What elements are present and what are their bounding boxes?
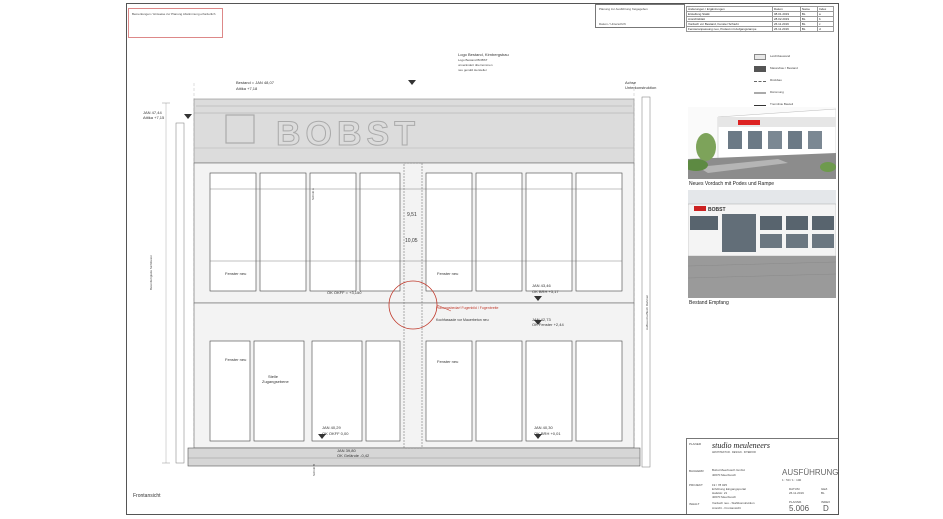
revision-date: 26.11.2019 [772,26,801,32]
jan-4030: JAN 40,30 [534,425,553,430]
plannr-value: 5.006 [789,504,810,513]
rendering-caption: Neues Vordach mit Podes und Rampe [689,181,775,187]
fenster-neu-label: Fenster neu [225,271,247,276]
front-elevation-drawing: BOBST [162,80,651,468]
rendering-image [688,107,836,179]
ground-base [187,447,641,467]
ok-brh-317: OK BRH +3,17 [532,289,559,294]
rendering-photo [688,107,836,179]
logo-note-title: Logo Bestand, Kirnbergsbau [458,52,509,57]
vertical-label-left: Betonfertigteile Sichtbeton [149,254,153,290]
front-view-title: Frontansicht [133,493,161,499]
studio-name: studio meuleneers [712,441,770,450]
bauherr-name: Bobst Meerbusch GmbH [712,468,745,472]
title-block: PLANER studio meuleneers ARCHITEKTUR · D… [686,438,838,514]
revision-desc: Fensteranpassung neu, Podest mit Aufgang… [686,26,773,32]
revision-name: BL [799,26,818,32]
planer-label: PLANER [689,442,702,446]
logo-text: BOBST [276,115,420,153]
legend-label: Dämmung [770,90,784,94]
projekt-label: PROJEKT [689,483,703,487]
legend-swatch [754,81,766,82]
projekt-ort: 40670 Meerbusch [712,495,737,499]
legend-swatch [754,92,766,94]
logo-note-line: unverändert übernommen [458,63,493,67]
level-a2-label: Attika +7,15 [143,115,165,120]
ok-fenster-244: OK Fenster +2,44 [532,322,564,327]
ok-okff-upper: OK OKFF = +3,150 [327,290,362,295]
fenster-neu-label: Fenster neu [225,357,247,362]
legend-item: Leichtbauwand [754,52,834,64]
legend-swatch [754,54,766,60]
zugangsebene-label: Zugangsebene [262,379,289,384]
inhalt-1: Vordach neu - Stahlkonstruktion [712,501,755,505]
inhalt-2: Ansicht - Frontansicht [712,506,742,510]
legend-swatch [754,105,766,106]
existing-entrance-photo: BOBST [688,190,836,298]
legend-item: Massivbau / Bestand [754,64,834,76]
dim-951: 9,51 [407,212,417,218]
legend-label: Rückbau [770,78,782,82]
attika-label: Attika +7,18 [236,86,258,91]
legend-item: Rückbau [754,76,834,88]
section-b-label: Schnitt B [312,463,316,476]
legend-label: Trennlinie Bauteil [770,102,794,106]
legend-label: Massivbau / Bestand [770,66,798,70]
red-circle-label: Planungsbedarf Fugenbild / Fugenbreite [436,306,499,310]
legend-item: Dämmung [754,88,834,100]
inhalt-label: INHALT [689,502,700,506]
legend-label: Leichtbauwand [770,54,791,58]
ok-gelaende: OK Gelände -0,42 [337,453,370,458]
ok-okff-000: OK OKFF 0,00 [322,431,349,436]
gez-value: BL [821,491,825,495]
existing-sign-text: BOBST [708,207,726,213]
logo-note-line: neu gemäß Hersteller [458,68,487,72]
datum-value: 26.11.2019 [789,491,804,495]
bauherr-label: BAUHERR [689,469,704,473]
status-title: AUSFÜHRUNG [782,468,839,477]
detail-note: Kochfassade vor Mauerbeton neu [436,318,489,322]
dim-1005: 10,05 [405,238,418,244]
studio-sub: ARCHITEKTUR · DESIGN · INTERIOR [712,451,756,454]
legend: Leichtbauwand Massivbau / Bestand Rückba… [754,52,834,112]
bestand-label: Bestand = JAN 48,07 [236,80,274,85]
revision-index: d [816,26,835,32]
legend-swatch [754,66,766,72]
scale-label: 1 : 50 / 1 : 100 [782,478,802,482]
fenster-neu-label: Fenster neu [437,359,459,364]
jan-4029: JAN 40,29 [322,425,341,430]
index-value: D [823,504,829,513]
vertical-label-right: Aufbau Alu-Blech Rahmen [645,294,649,330]
revisions-table: Änderungen / Ergänzungen Datum Name Inde… [686,6,835,32]
revisions-row: Fensteranpassung neu, Podest mit Aufgang… [686,26,835,32]
achse-label: Achse Unterkonstruktion [625,80,657,90]
ok-brh-001: OK BRH +0,01 [534,431,561,436]
bauherr-ort: 40670 Meerbusch [712,473,737,477]
fenster-neu-label: Fenster neu [437,271,459,276]
existing-entrance-image: BOBST [688,190,836,298]
logo-note-line: Logo Bestand BOBST [458,58,488,62]
jan-4346: JAN 43,46 [532,283,551,288]
section-a-label: Schnitt A [311,188,315,200]
existing-caption: Bestand Empfang [689,300,729,306]
